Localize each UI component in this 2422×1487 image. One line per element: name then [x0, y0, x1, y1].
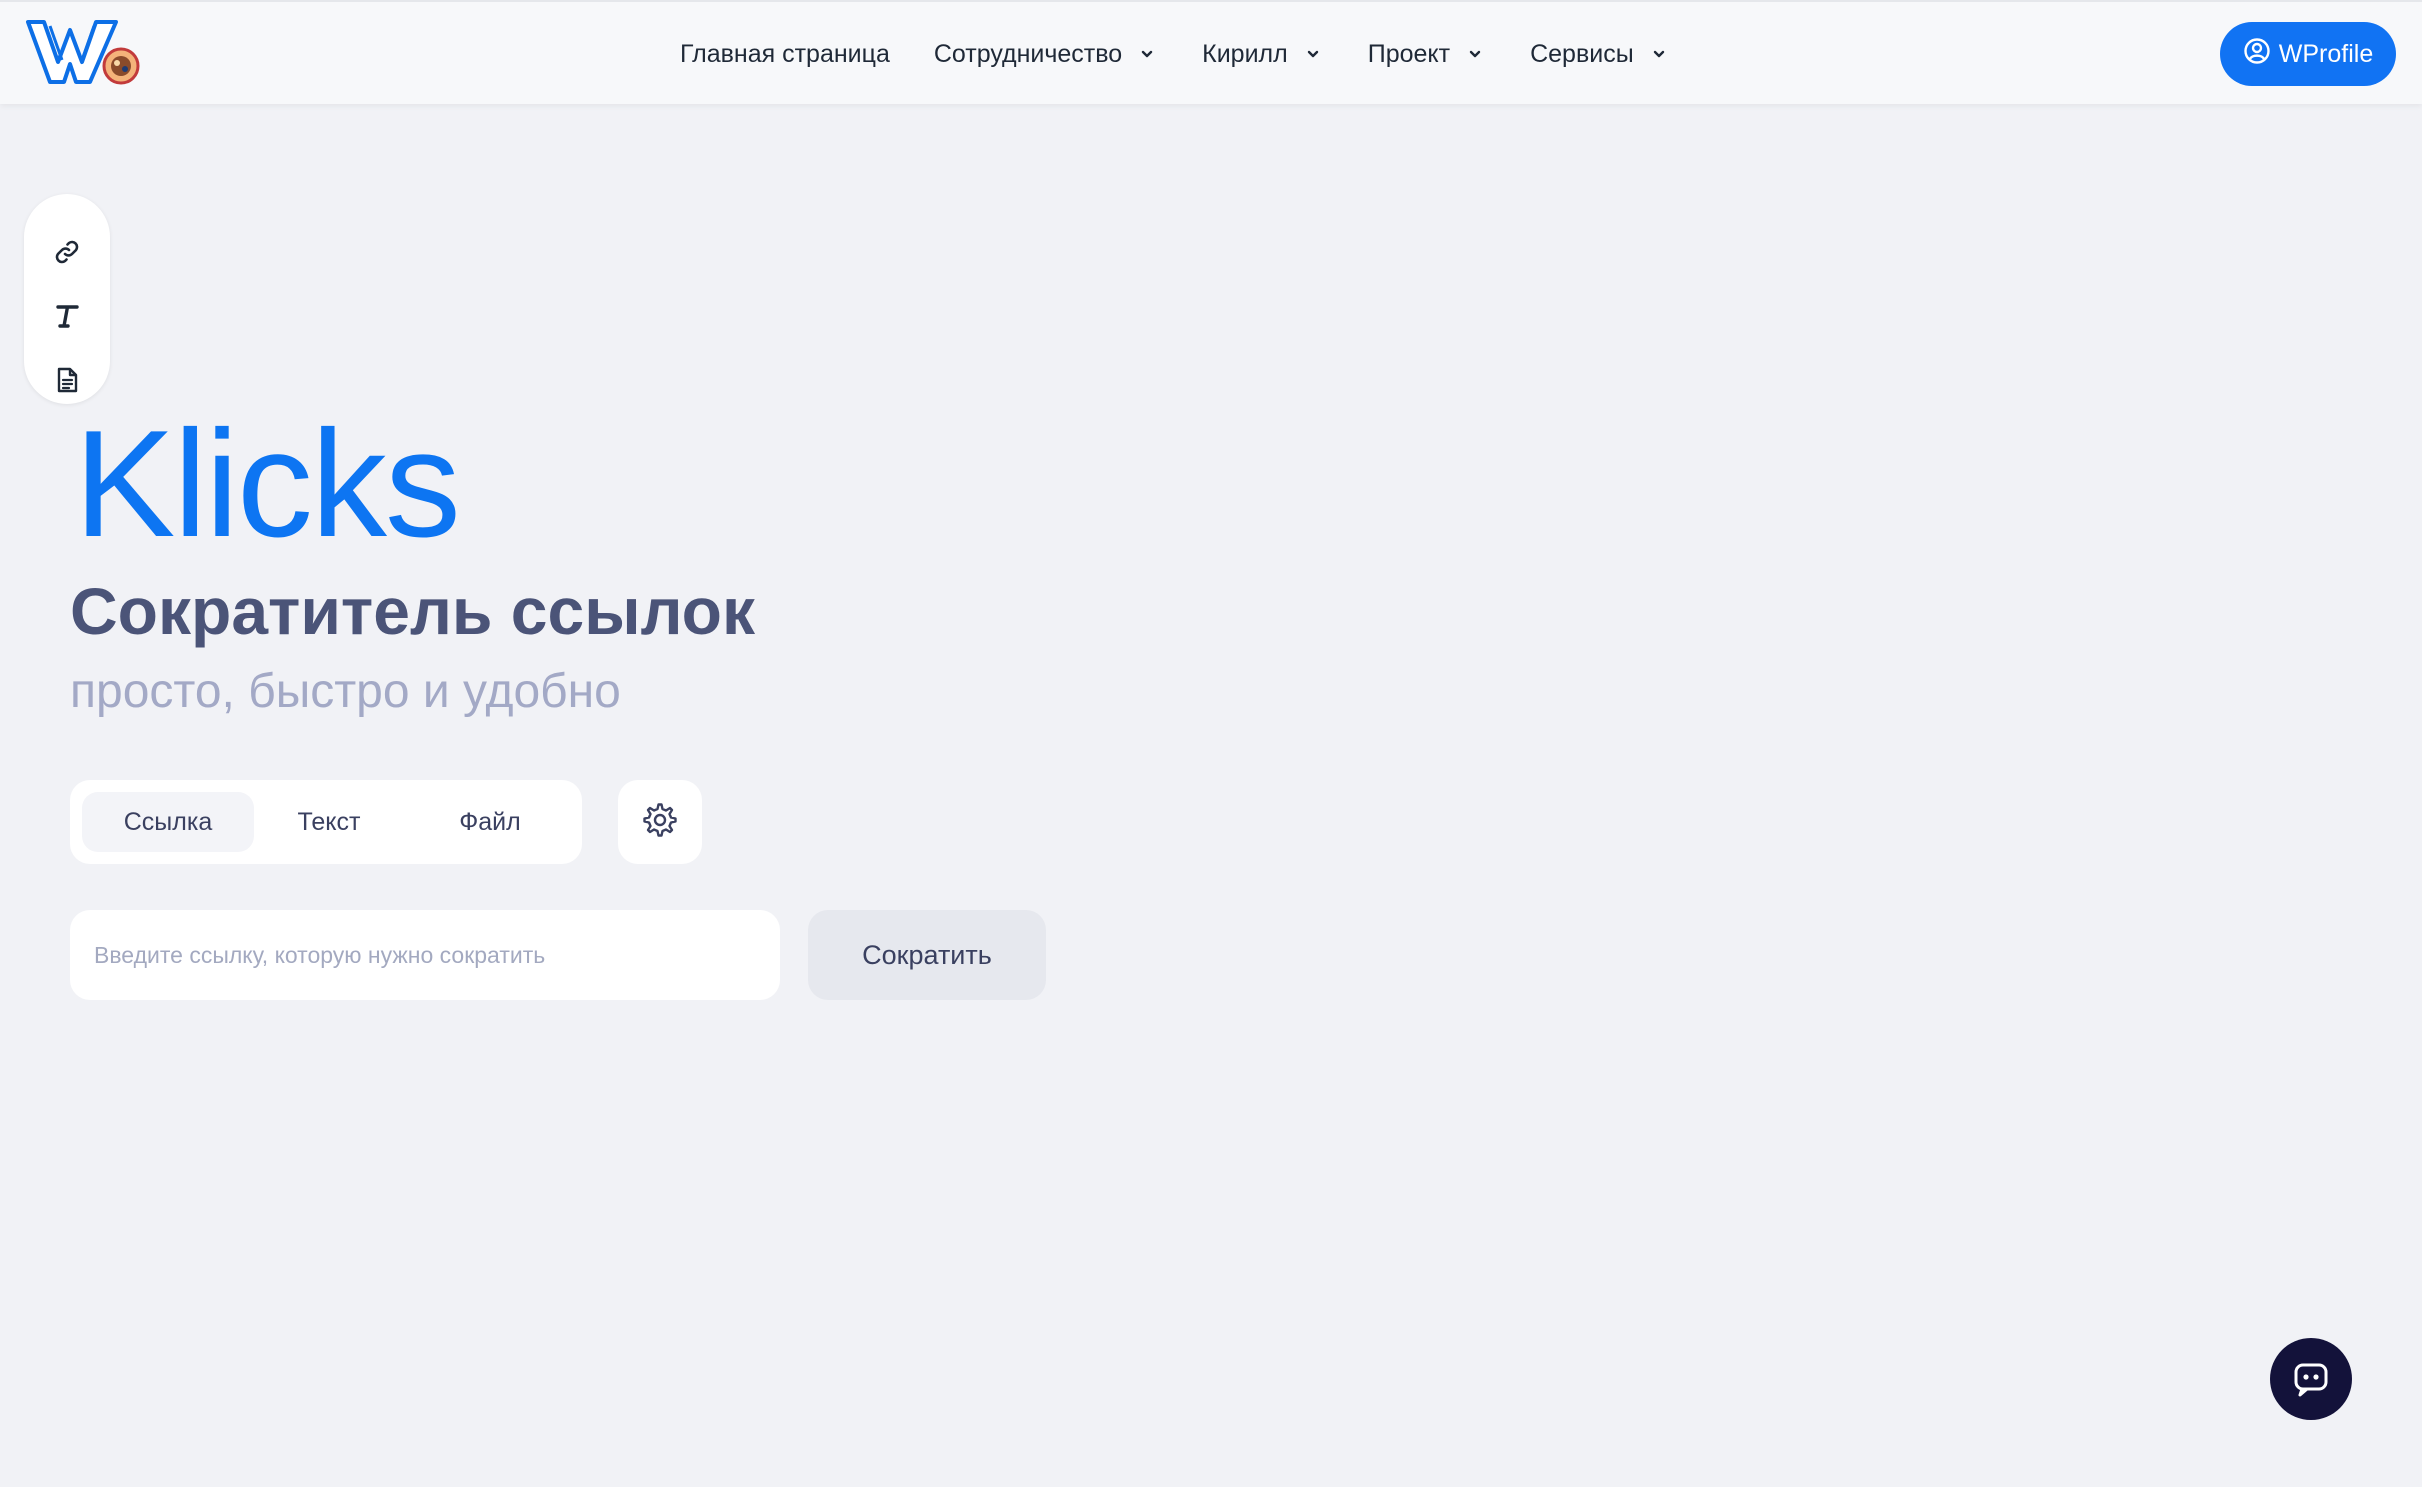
- chevron-down-icon: [1136, 43, 1158, 65]
- chevron-down-icon: [1302, 43, 1324, 65]
- link-icon[interactable]: [49, 234, 85, 270]
- shorten-button[interactable]: Сократить: [808, 910, 1046, 1000]
- nav-item-label: Проект: [1367, 39, 1451, 68]
- profile-label: WProfile: [2278, 39, 2374, 68]
- gear-icon: [643, 802, 677, 842]
- nav-item-label: Кирилл: [1202, 39, 1288, 68]
- nav-item-label: Главная страница: [680, 39, 890, 68]
- text-icon[interactable]: [49, 298, 85, 334]
- side-toolbar: [24, 194, 110, 404]
- settings-button[interactable]: [618, 780, 702, 864]
- nav-item-kirill[interactable]: Кирилл: [1202, 40, 1324, 69]
- main-nav: Главная страница Сотрудничество Кирилл П…: [680, 2, 1714, 106]
- chevron-down-icon: [1464, 43, 1486, 65]
- tab-label: Файл: [459, 807, 521, 836]
- url-input[interactable]: [70, 910, 780, 1000]
- tab-label: Ссылка: [123, 807, 213, 836]
- profile-button[interactable]: WProfile: [2220, 22, 2396, 86]
- nav-item-services[interactable]: Сервисы: [1530, 40, 1670, 69]
- top-header: Главная страница Сотрудничество Кирилл П…: [0, 0, 2422, 104]
- tab-link[interactable]: Ссылка: [82, 792, 254, 852]
- nav-item-cooperation[interactable]: Сотрудничество: [934, 40, 1158, 69]
- page-tagline: просто, быстро и удобно: [70, 665, 621, 718]
- chevron-down-icon: [1648, 43, 1670, 65]
- tab-label: Текст: [297, 807, 361, 836]
- brand-title: Klicks: [74, 399, 461, 569]
- wprofile-logo-icon[interactable]: [24, 16, 148, 88]
- tab-file[interactable]: Файл: [410, 792, 570, 852]
- nav-item-project[interactable]: Проект: [1368, 40, 1486, 69]
- document-icon[interactable]: [49, 362, 85, 398]
- page-subtitle: Сократитель ссылок: [70, 574, 755, 648]
- nav-item-label: Сервисы: [1530, 39, 1634, 68]
- tab-text[interactable]: Текст: [254, 792, 404, 852]
- user-circle-icon: [2243, 37, 2279, 72]
- mode-tabs: Ссылка Текст Файл: [70, 780, 582, 864]
- chat-bot-icon[interactable]: [2270, 1338, 2352, 1420]
- nav-item-home[interactable]: Главная страница: [680, 40, 890, 69]
- nav-item-label: Сотрудничество: [933, 39, 1123, 68]
